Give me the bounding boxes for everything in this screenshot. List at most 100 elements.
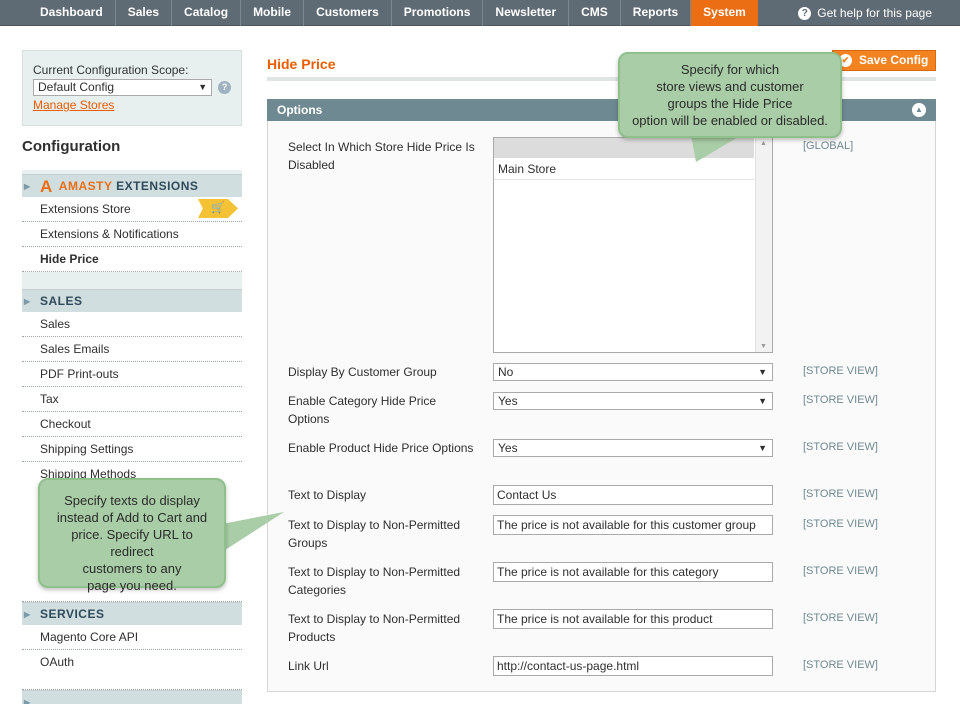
sidebar-item-pdf-printouts[interactable]: PDF Print-outs xyxy=(22,362,242,387)
text-input[interactable]: Contact Us xyxy=(493,485,773,505)
np-groups-scope: [STORE VIEW] xyxy=(803,518,878,530)
sidebar-heading: Configuration xyxy=(22,138,121,155)
collapse-up-icon[interactable]: ▲ xyxy=(912,103,926,117)
product-field-scope: [STORE VIEW] xyxy=(803,441,878,453)
nav-sales[interactable]: Sales xyxy=(116,0,173,26)
amasty-brand: AMASTY xyxy=(58,179,113,193)
nav-mobile[interactable]: Mobile xyxy=(241,0,305,26)
text-field-scope: [STORE VIEW] xyxy=(803,488,878,500)
np-groups-input[interactable]: The price is not available for this cust… xyxy=(493,515,773,535)
sidebar-section-collapsed[interactable]: ▶ xyxy=(22,690,242,704)
nav-reports[interactable]: Reports xyxy=(621,0,692,26)
chevron-down-icon: ▼ xyxy=(198,82,208,92)
manage-stores-link[interactable]: Manage Stores xyxy=(33,98,231,112)
category-field-label: Enable Category Hide Price Options xyxy=(288,394,437,426)
store-field-scope: [GLOBAL] xyxy=(803,140,854,152)
scroll-up-icon[interactable]: ▲ xyxy=(760,140,767,147)
np-groups-label: Text to Display to Non-Permitted Groups xyxy=(288,518,461,550)
np-categories-scope: [STORE VIEW] xyxy=(803,565,878,577)
category-select[interactable]: Yes ▼ xyxy=(493,392,773,410)
question-icon[interactable]: ? xyxy=(218,81,231,94)
cart-icon: 🛒 xyxy=(198,199,238,218)
product-field-label: Enable Product Hide Price Options xyxy=(288,441,474,455)
sidebar-item-oauth[interactable]: OAuth xyxy=(22,650,242,690)
chevron-down-icon: ▼ xyxy=(758,396,767,406)
store-multiselect[interactable]: Main Store ▲ ▼ xyxy=(493,137,773,353)
nav-newsletter[interactable]: Newsletter xyxy=(483,0,570,26)
callout-line: groups the Hide Price xyxy=(667,96,793,111)
nav-catalog[interactable]: Catalog xyxy=(172,0,242,26)
callout-line: price. Specify URL to redirect xyxy=(71,527,193,559)
nav-customers[interactable]: Customers xyxy=(304,0,392,26)
callout-line: Specify for which xyxy=(680,62,780,77)
np-categories-label: Text to Display to Non-Permitted Categor… xyxy=(288,565,461,597)
link-url-input[interactable]: http://contact-us-page.html xyxy=(493,656,773,676)
sidebar-section-services[interactable]: ▶ SERVICES xyxy=(22,602,242,626)
callout-line: store views and customer xyxy=(656,79,804,94)
nav-promotions[interactable]: Promotions xyxy=(392,0,484,26)
help-link[interactable]: ? Get help for this page xyxy=(798,0,932,26)
save-config-button[interactable]: ✔ Save Config xyxy=(832,50,936,71)
multiselect-scrollbar[interactable]: ▲ ▼ xyxy=(755,138,772,352)
triangle-right-icon: ▶ xyxy=(24,182,31,191)
nav-dashboard[interactable]: Dashboard xyxy=(0,0,116,26)
sidebar-item-hide-price[interactable]: Hide Price xyxy=(22,247,242,272)
scope-select[interactable]: Default Config ▼ xyxy=(33,79,213,96)
sidebar-section-sales[interactable]: ▶ SALES xyxy=(22,289,242,313)
sidebar-item-extensions-notifications[interactable]: Extensions & Notifications xyxy=(22,222,242,247)
product-select[interactable]: Yes ▼ xyxy=(493,439,773,457)
tooltip-callout-texts: Specify texts do display instead of Add … xyxy=(38,478,226,593)
sidebar-item-sales[interactable]: Sales xyxy=(22,312,242,337)
scroll-down-icon[interactable]: ▼ xyxy=(760,343,767,350)
sidebar-item-extensions-store[interactable]: Extensions Store 🛒 xyxy=(22,197,242,222)
link-url-label: Link Url xyxy=(288,659,329,673)
sidebar-section-label: SERVICES xyxy=(40,607,105,621)
callout-line: Specify texts do display xyxy=(64,493,200,508)
options-section-title: Options xyxy=(277,103,323,117)
amasty-suffix: EXTENSIONS xyxy=(116,179,199,193)
triangle-right-icon: ▶ xyxy=(24,698,31,704)
scope-selected: Default Config xyxy=(38,80,115,94)
sidebar-section-label: SALES xyxy=(40,294,83,308)
np-products-scope: [STORE VIEW] xyxy=(803,612,878,624)
chevron-down-icon: ▼ xyxy=(758,367,767,377)
link-url-scope: [STORE VIEW] xyxy=(803,659,878,671)
chevron-down-icon: ▼ xyxy=(758,443,767,453)
multiselect-option[interactable]: Main Store xyxy=(494,158,754,180)
help-icon: ? xyxy=(798,6,812,20)
category-selected: Yes xyxy=(498,394,518,408)
text-field-label: Text to Display xyxy=(288,488,367,502)
nav-system[interactable]: System xyxy=(691,0,758,26)
callout-line: page you need. xyxy=(87,578,177,593)
sidebar-item-core-api[interactable]: Magento Core API xyxy=(22,625,242,650)
group-selected: No xyxy=(498,365,514,379)
group-select[interactable]: No ▼ xyxy=(493,363,773,381)
category-field-scope: [STORE VIEW] xyxy=(803,394,878,406)
triangle-right-icon: ▶ xyxy=(24,297,31,306)
group-field-scope: [STORE VIEW] xyxy=(803,365,878,377)
triangle-right-icon: ▶ xyxy=(24,610,31,619)
sidebar-item-shipping-settings[interactable]: Shipping Settings xyxy=(22,437,242,462)
tooltip-callout-store-views: Specify for which store views and custom… xyxy=(618,52,842,138)
sidebar-item-tax[interactable]: Tax xyxy=(22,387,242,412)
scope-label: Current Configuration Scope: xyxy=(33,63,189,77)
sidebar-item-sales-emails[interactable]: Sales Emails xyxy=(22,337,242,362)
scope-panel: Current Configuration Scope: Default Con… xyxy=(22,50,242,126)
store-field-label: Select In Which Store Hide Price Is Disa… xyxy=(288,140,475,172)
callout-line: customers to any xyxy=(82,561,182,576)
callout-line: option will be enabled or disabled. xyxy=(632,113,828,128)
amasty-logo-icon: A xyxy=(40,177,53,196)
save-config-label: Save Config xyxy=(859,53,929,67)
np-products-label: Text to Display to Non-Permitted Product… xyxy=(288,612,461,644)
np-products-input[interactable]: The price is not available for this prod… xyxy=(493,609,773,629)
np-categories-input[interactable]: The price is not available for this cate… xyxy=(493,562,773,582)
top-nav: Dashboard Sales Catalog Mobile Customers… xyxy=(0,0,960,26)
sidebar-section-amasty[interactable]: ▶ A AMASTY EXTENSIONS xyxy=(22,174,242,198)
product-selected: Yes xyxy=(498,441,518,455)
help-label: Get help for this page xyxy=(817,5,932,20)
callout-line: instead of Add to Cart and xyxy=(56,510,208,525)
sidebar-item-checkout[interactable]: Checkout xyxy=(22,412,242,437)
group-field-label: Display By Customer Group xyxy=(288,365,437,379)
nav-cms[interactable]: CMS xyxy=(569,0,621,26)
page-title: Hide Price xyxy=(267,56,336,72)
